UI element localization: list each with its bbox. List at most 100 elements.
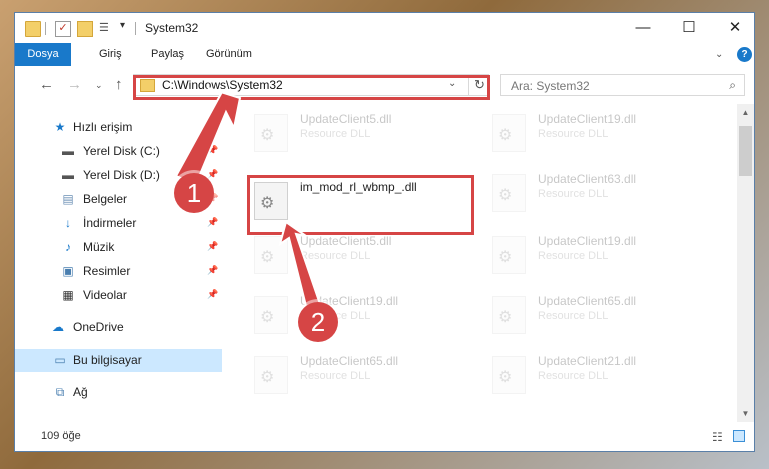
divider <box>45 22 46 35</box>
file-item[interactable]: ⚙ UpdateClient65.dll Resource DLL <box>232 350 432 400</box>
sidebar-item-network[interactable]: ⧉ Ağ <box>15 381 222 404</box>
back-button[interactable]: ← <box>39 76 54 93</box>
computer-icon: ▭ <box>54 353 66 367</box>
search-input[interactable]: Ara: System32 ⌕ <box>500 74 745 96</box>
explorer-window: ✓ ☰ ▾ System32 — ☐ ✕ Dosya Giriş Paylaş … <box>14 12 755 452</box>
sidebar-item-pictures[interactable]: ▣ Resimler 📌 <box>15 260 222 283</box>
scroll-down-arrow-icon[interactable]: ▼ <box>737 405 754 422</box>
file-name: UpdateClient65.dll <box>300 354 399 368</box>
file-item[interactable]: ⚙ UpdateClient19.dll Resource DLL <box>470 108 670 158</box>
dll-file-icon: ⚙ <box>254 236 288 274</box>
file-description: Resource DLL <box>538 250 609 262</box>
divider <box>135 22 136 35</box>
dll-file-icon: ⚙ <box>492 296 526 334</box>
tab-share[interactable]: Paylaş <box>151 43 184 66</box>
pin-icon[interactable]: 📌 <box>207 145 218 156</box>
sidebar-item-label: Belgeler <box>83 192 128 206</box>
details-view-icon[interactable]: ☷ <box>712 430 723 444</box>
sidebar-item-label: İndirmeler <box>83 216 137 230</box>
dll-file-icon: ⚙ <box>492 236 526 274</box>
pin-icon[interactable]: 📌 <box>207 169 218 180</box>
sidebar-item-label: OneDrive <box>73 320 124 334</box>
scroll-up-arrow-icon[interactable]: ▲ <box>737 104 754 121</box>
star-icon: ★ <box>54 120 66 134</box>
dll-file-icon: ⚙ <box>492 114 526 152</box>
dll-file-icon: ⚙ <box>492 174 526 212</box>
search-icon[interactable]: ⌕ <box>729 78 736 93</box>
recent-locations-chevron-icon[interactable]: ⌄ <box>95 80 103 91</box>
music-icon: ♪ <box>65 240 71 254</box>
file-name: UpdateClient19.dll <box>538 112 637 126</box>
file-description: Resource DLL <box>300 128 371 140</box>
pin-icon[interactable]: 📌 <box>207 289 218 300</box>
pin-icon[interactable]: 📌 <box>207 217 218 228</box>
dll-file-icon: ⚙ <box>254 296 288 334</box>
sidebar-item-label: Yerel Disk (D:) <box>83 168 160 182</box>
file-name: UpdateClient63.dll <box>538 172 637 186</box>
ribbon-tabs: Dosya Giriş Paylaş Görünüm ⌄ ? <box>15 43 754 66</box>
sidebar-item-downloads[interactable]: ↓ İndirmeler 📌 <box>15 212 222 235</box>
close-button[interactable]: ✕ <box>712 13 754 43</box>
address-bar-highlight <box>133 75 490 100</box>
documents-icon: ▤ <box>62 192 74 206</box>
rename-icon[interactable]: ☰ <box>99 21 117 35</box>
sidebar-item-label: Resimler <box>83 264 131 278</box>
help-icon[interactable]: ? <box>737 47 752 62</box>
target-file-highlight <box>247 175 474 235</box>
new-folder-icon[interactable] <box>77 21 93 37</box>
minimize-button[interactable]: — <box>620 13 666 43</box>
step-1-badge: 1 <box>174 173 214 213</box>
sidebar-item-quick-access[interactable]: ★ Hızlı erişim <box>15 116 222 139</box>
file-item[interactable]: ⚙ UpdateClient19.dll Resource DLL <box>470 230 670 280</box>
window-title: System32 <box>145 21 199 35</box>
scroll-thumb[interactable] <box>739 126 752 176</box>
sidebar-item-drive-c[interactable]: ▬ Yerel Disk (C:) 📌 <box>15 140 222 163</box>
sidebar-item-label: Yerel Disk (C:) <box>83 144 160 158</box>
file-name: UpdateClient5.dll <box>300 112 392 126</box>
title-bar: ✓ ☰ ▾ System32 — ☐ ✕ <box>15 13 754 43</box>
status-bar: 109 öğe ☷ <box>15 422 754 451</box>
dll-file-icon: ⚙ <box>254 356 288 394</box>
item-count: 109 öğe <box>41 430 81 442</box>
sidebar-item-videos[interactable]: ▦ Videolar 📌 <box>15 284 222 307</box>
forward-button[interactable]: → <box>67 76 82 93</box>
large-icons-view-icon[interactable] <box>733 430 745 442</box>
drive-icon: ▬ <box>62 168 74 182</box>
pin-icon[interactable]: 📌 <box>207 241 218 252</box>
tab-home[interactable]: Giriş <box>99 43 122 66</box>
dll-file-icon: ⚙ <box>492 356 526 394</box>
file-description: Resource DLL <box>538 370 609 382</box>
folder-icon[interactable] <box>25 21 41 37</box>
file-name: UpdateClient19.dll <box>538 234 637 248</box>
sidebar-item-music[interactable]: ♪ Müzik 📌 <box>15 236 222 259</box>
file-description: Resource DLL <box>538 128 609 140</box>
file-description: Resource DLL <box>300 250 371 262</box>
pictures-icon: ▣ <box>62 264 74 278</box>
file-item[interactable]: ⚙ UpdateClient65.dll Resource DLL <box>470 290 670 340</box>
tab-view[interactable]: Görünüm <box>206 43 252 66</box>
sidebar-item-this-pc[interactable]: ▭ Bu bilgisayar <box>15 349 222 372</box>
sidebar-item-label: Videolar <box>83 288 127 302</box>
step-2-badge: 2 <box>298 302 338 342</box>
file-name: UpdateClient5.dll <box>300 234 392 248</box>
drive-icon: ▬ <box>62 144 74 158</box>
tab-file[interactable]: Dosya <box>15 43 71 66</box>
sidebar-item-label: Bu bilgisayar <box>73 353 142 367</box>
dll-file-icon: ⚙ <box>254 114 288 152</box>
sidebar-item-label: Müzik <box>83 240 115 254</box>
properties-check-icon[interactable]: ✓ <box>55 21 71 37</box>
address-row: ← → ⌄ ↑ C:\Windows\System32 ⌄ ↻ Ara: Sys… <box>15 66 754 104</box>
vertical-scrollbar[interactable]: ▲ ▼ <box>737 104 754 422</box>
customize-toolbar-chevron-icon[interactable]: ▾ <box>120 20 125 31</box>
file-item[interactable]: ⚙ UpdateClient5.dll Resource DLL <box>232 230 432 280</box>
maximize-button[interactable]: ☐ <box>666 13 712 43</box>
expand-ribbon-chevron-icon[interactable]: ⌄ <box>715 49 723 60</box>
file-item[interactable]: ⚙ UpdateClient21.dll Resource DLL <box>470 350 670 400</box>
sidebar-item-onedrive[interactable]: ☁ OneDrive <box>15 316 222 339</box>
file-item[interactable]: ⚙ UpdateClient63.dll Resource DLL <box>470 168 670 218</box>
pin-icon[interactable]: 📌 <box>207 265 218 276</box>
up-button[interactable]: ↑ <box>115 76 123 93</box>
search-placeholder: Ara: System32 <box>511 79 590 93</box>
file-description: Resource DLL <box>538 310 609 322</box>
file-item[interactable]: ⚙ UpdateClient5.dll Resource DLL <box>232 108 432 158</box>
